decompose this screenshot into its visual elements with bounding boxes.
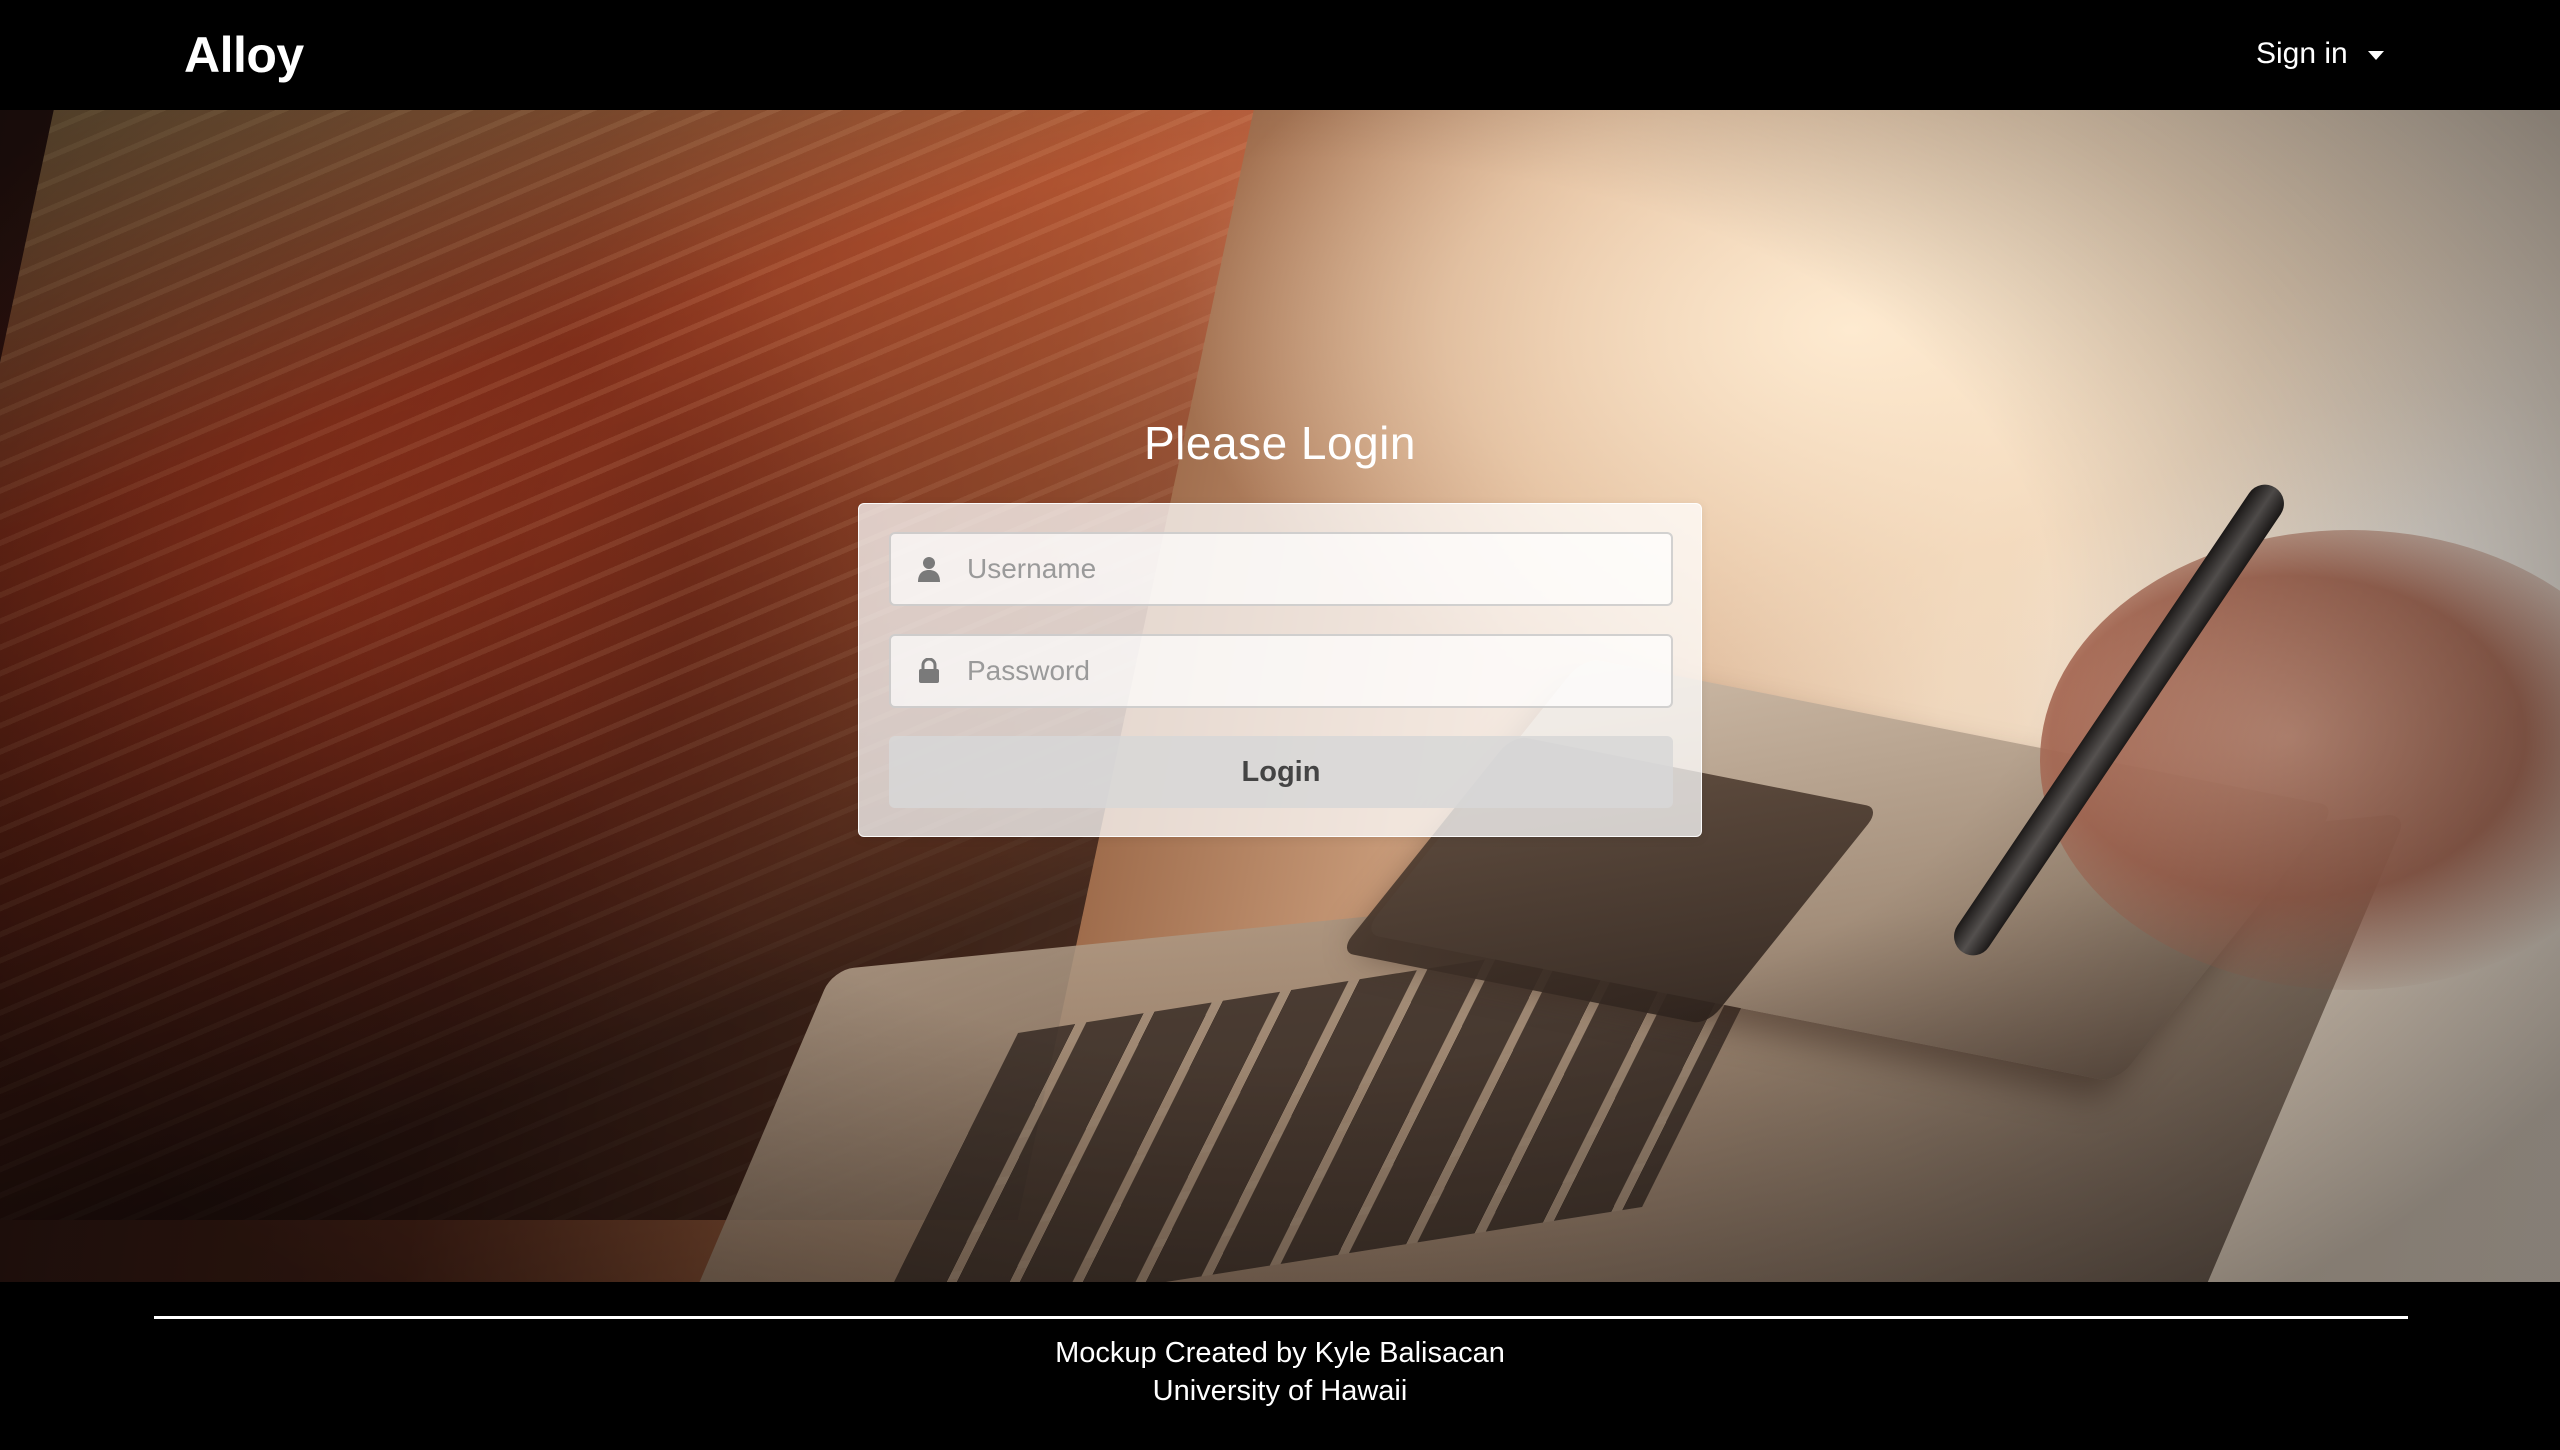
sign-in-dropdown[interactable]: Sign in [2256,34,2384,74]
password-input[interactable] [967,641,1657,701]
top-navbar: Alloy Sign in [0,0,2560,110]
user-icon [891,556,967,582]
footer-credits: Mockup Created by Kyle Balisacan Univers… [0,1334,2560,1410]
page-footer: Mockup Created by Kyle Balisacan Univers… [0,1282,2560,1450]
sign-in-label: Sign in [2256,37,2348,70]
login-button[interactable]: Login [889,736,1673,808]
hero-background-image: Please Login Login [0,110,2560,1282]
lock-icon [891,658,967,684]
footer-credit-line: Mockup Created by Kyle Balisacan [1055,1337,1505,1369]
login-form: Login [858,503,1702,837]
brand-logo[interactable]: Alloy [184,26,304,84]
password-field[interactable] [889,634,1673,708]
caret-down-icon [2367,50,2384,60]
footer-university-line: University of Hawaii [1152,1375,1408,1407]
username-input[interactable] [967,539,1657,599]
login-title: Please Login [1144,417,1416,469]
footer-divider [154,1316,2408,1319]
username-field[interactable] [889,532,1673,606]
